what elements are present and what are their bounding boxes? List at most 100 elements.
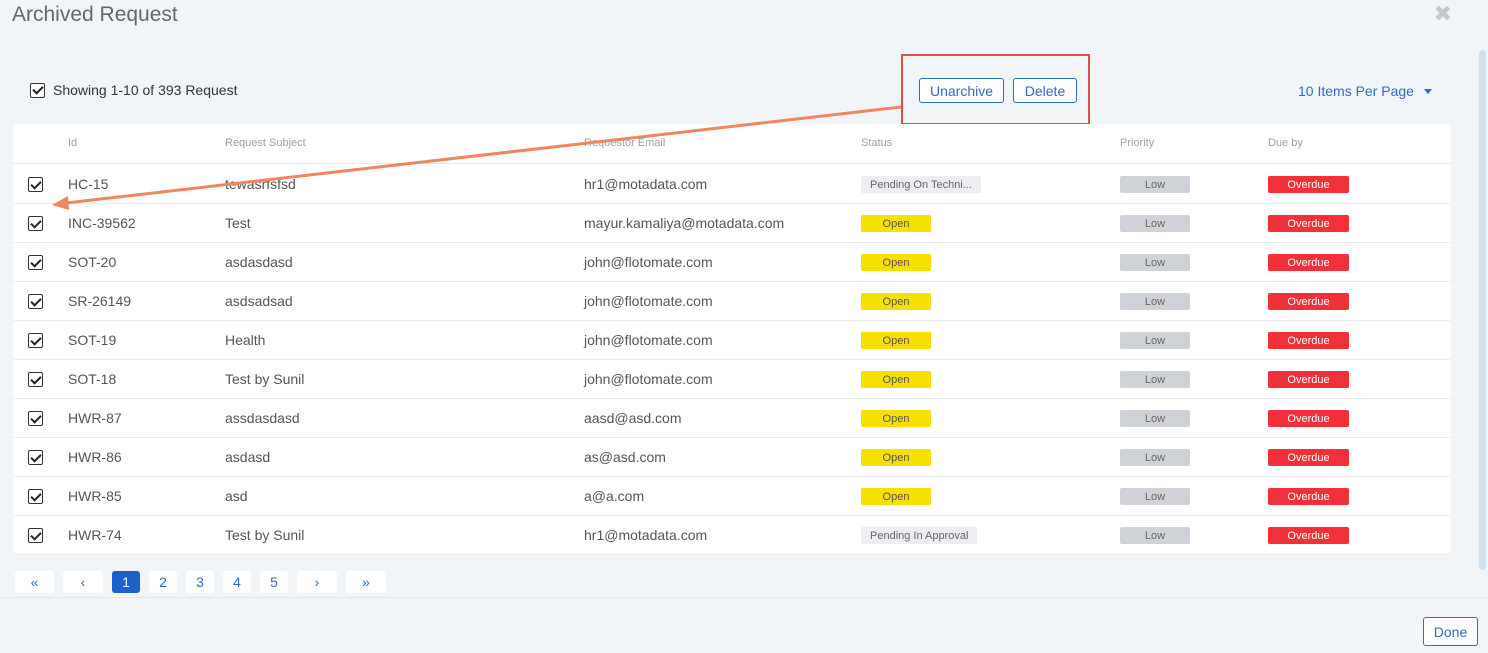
due-badge: Overdue (1268, 488, 1349, 505)
priority-badge: Low (1120, 488, 1190, 505)
row-subject[interactable]: asdsadsad (225, 293, 293, 309)
pagination: « ‹ 1 2 3 4 5 › » (15, 571, 395, 593)
row-subject[interactable]: Test by Sunil (225, 527, 304, 543)
row-id[interactable]: SOT-18 (68, 371, 116, 387)
status-badge: Open (861, 371, 931, 388)
page-5-button[interactable]: 5 (260, 571, 288, 593)
footer-divider (0, 597, 1488, 598)
row-id[interactable]: SOT-20 (68, 254, 116, 270)
due-badge: Overdue (1268, 410, 1349, 427)
items-per-page-dropdown[interactable]: 10 Items Per Page (1298, 83, 1432, 99)
prev-page-button[interactable]: ‹ (63, 571, 103, 593)
table-row[interactable]: SOT-18 Test by Sunil john@flotomate.com Ope… (13, 360, 1451, 399)
row-email: as@asd.com (584, 449, 666, 465)
priority-badge: Low (1120, 293, 1190, 310)
page-1-button[interactable]: 1 (112, 571, 140, 593)
header-id[interactable]: Id (68, 137, 77, 149)
page-3-button[interactable]: 3 (186, 571, 214, 593)
row-id[interactable]: HWR-87 (68, 410, 122, 426)
status-badge: Open (861, 410, 931, 427)
status-badge: Open (861, 449, 931, 466)
row-subject[interactable]: assdasdasd (225, 410, 300, 426)
select-all-checkbox[interactable] (30, 82, 45, 98)
row-email: john@flotomate.com (584, 254, 713, 270)
row-checkbox[interactable] (28, 255, 43, 270)
status-badge: Open (861, 215, 931, 232)
row-email: hr1@motadata.com (584, 527, 708, 543)
priority-badge: Low (1120, 410, 1190, 427)
row-subject[interactable]: Test by Sunil (225, 371, 304, 387)
row-email: john@flotomate.com (584, 293, 713, 309)
due-badge: Overdue (1268, 371, 1349, 388)
row-subject[interactable]: asdasd (225, 449, 270, 465)
header-status[interactable]: Status (861, 137, 892, 149)
row-email: aasd@asd.com (584, 410, 682, 426)
row-id[interactable]: HWR-74 (68, 527, 122, 543)
table-row[interactable]: HC-15 tewasrfsfsd hr1@motadata.com Pending … (13, 165, 1451, 204)
row-id[interactable]: SR-26149 (68, 293, 131, 309)
table-row[interactable]: SOT-20 asdasdasd john@flotomate.com Open Low… (13, 243, 1451, 282)
next-page-button[interactable]: › (297, 571, 337, 593)
priority-badge: Low (1120, 449, 1190, 466)
select-all-row: Showing 1-10 of 393 Request (30, 82, 237, 98)
row-checkbox[interactable] (28, 489, 43, 504)
due-badge: Overdue (1268, 449, 1349, 466)
priority-badge: Low (1120, 215, 1190, 232)
row-subject[interactable]: Health (225, 332, 265, 348)
table-row[interactable]: HWR-74 Test by Sunil hr1@motadata.com Pendi… (13, 516, 1451, 555)
table-row[interactable]: INC-39562 Test mayur.kamaliya@motadata.com… (13, 204, 1451, 243)
showing-count-text: Showing 1-10 of 393 Request (53, 82, 238, 98)
done-button[interactable]: Done (1423, 617, 1478, 646)
row-checkbox[interactable] (28, 216, 43, 231)
delete-button[interactable]: Delete (1013, 78, 1077, 103)
row-checkbox[interactable] (28, 450, 43, 465)
close-icon[interactable]: ✖ (1434, 3, 1452, 25)
due-badge: Overdue (1268, 332, 1349, 349)
table-row[interactable]: SR-26149 asdsadsad john@flotomate.com Open L… (13, 282, 1451, 321)
due-badge: Overdue (1268, 254, 1349, 271)
row-checkbox[interactable] (28, 294, 43, 309)
table-row[interactable]: HWR-87 assdasdasd aasd@asd.com Open Low Overd… (13, 399, 1451, 438)
row-email: a@a.com (584, 488, 645, 504)
table-header: Id Request Subject Requestor Email Statu… (13, 124, 1451, 164)
status-badge: Pending In Approval (861, 527, 978, 544)
row-checkbox[interactable] (28, 333, 43, 348)
priority-badge: Low (1120, 332, 1190, 349)
row-id[interactable]: HWR-86 (68, 449, 122, 465)
status-badge: Pending On Techni... (861, 176, 981, 193)
row-subject[interactable]: Test (225, 215, 251, 231)
row-subject[interactable]: tewasrfsfsd (225, 176, 296, 192)
header-email[interactable]: Requestor Email (584, 137, 665, 149)
first-page-button[interactable]: « (15, 571, 54, 593)
unarchive-button[interactable]: Unarchive (919, 78, 1004, 103)
due-badge: Overdue (1268, 293, 1349, 310)
last-page-button[interactable]: » (346, 571, 386, 593)
row-id[interactable]: HC-15 (68, 176, 108, 192)
items-per-page-label: 10 Items Per Page (1298, 83, 1414, 99)
row-subject[interactable]: asd (225, 488, 248, 504)
table-row[interactable]: SOT-19 Health john@flotomate.com Open Low Ove… (13, 321, 1451, 360)
status-badge: Open (861, 293, 931, 310)
row-id[interactable]: INC-39562 (68, 215, 136, 231)
vertical-scrollbar[interactable] (1479, 50, 1486, 570)
header-due-by[interactable]: Due by (1268, 137, 1303, 149)
table-row[interactable]: HWR-85 asd a@a.com Open Low Overdue (13, 477, 1451, 516)
header-priority[interactable]: Priority (1120, 137, 1154, 149)
row-checkbox[interactable] (28, 528, 43, 543)
table-row[interactable]: HWR-86 asdasd as@asd.com Open Low Overdue (13, 438, 1451, 477)
row-email: john@flotomate.com (584, 371, 713, 387)
row-id[interactable]: SOT-19 (68, 332, 116, 348)
row-id[interactable]: HWR-85 (68, 488, 122, 504)
due-badge: Overdue (1268, 215, 1349, 232)
row-checkbox[interactable] (28, 177, 43, 192)
row-checkbox[interactable] (28, 411, 43, 426)
page-2-button[interactable]: 2 (149, 571, 177, 593)
row-checkbox[interactable] (28, 372, 43, 387)
status-badge: Open (861, 254, 931, 271)
due-badge: Overdue (1268, 176, 1349, 193)
page-4-button[interactable]: 4 (223, 571, 251, 593)
row-subject[interactable]: asdasdasd (225, 254, 293, 270)
status-badge: Open (861, 332, 931, 349)
header-subject[interactable]: Request Subject (225, 137, 306, 149)
due-badge: Overdue (1268, 527, 1349, 544)
